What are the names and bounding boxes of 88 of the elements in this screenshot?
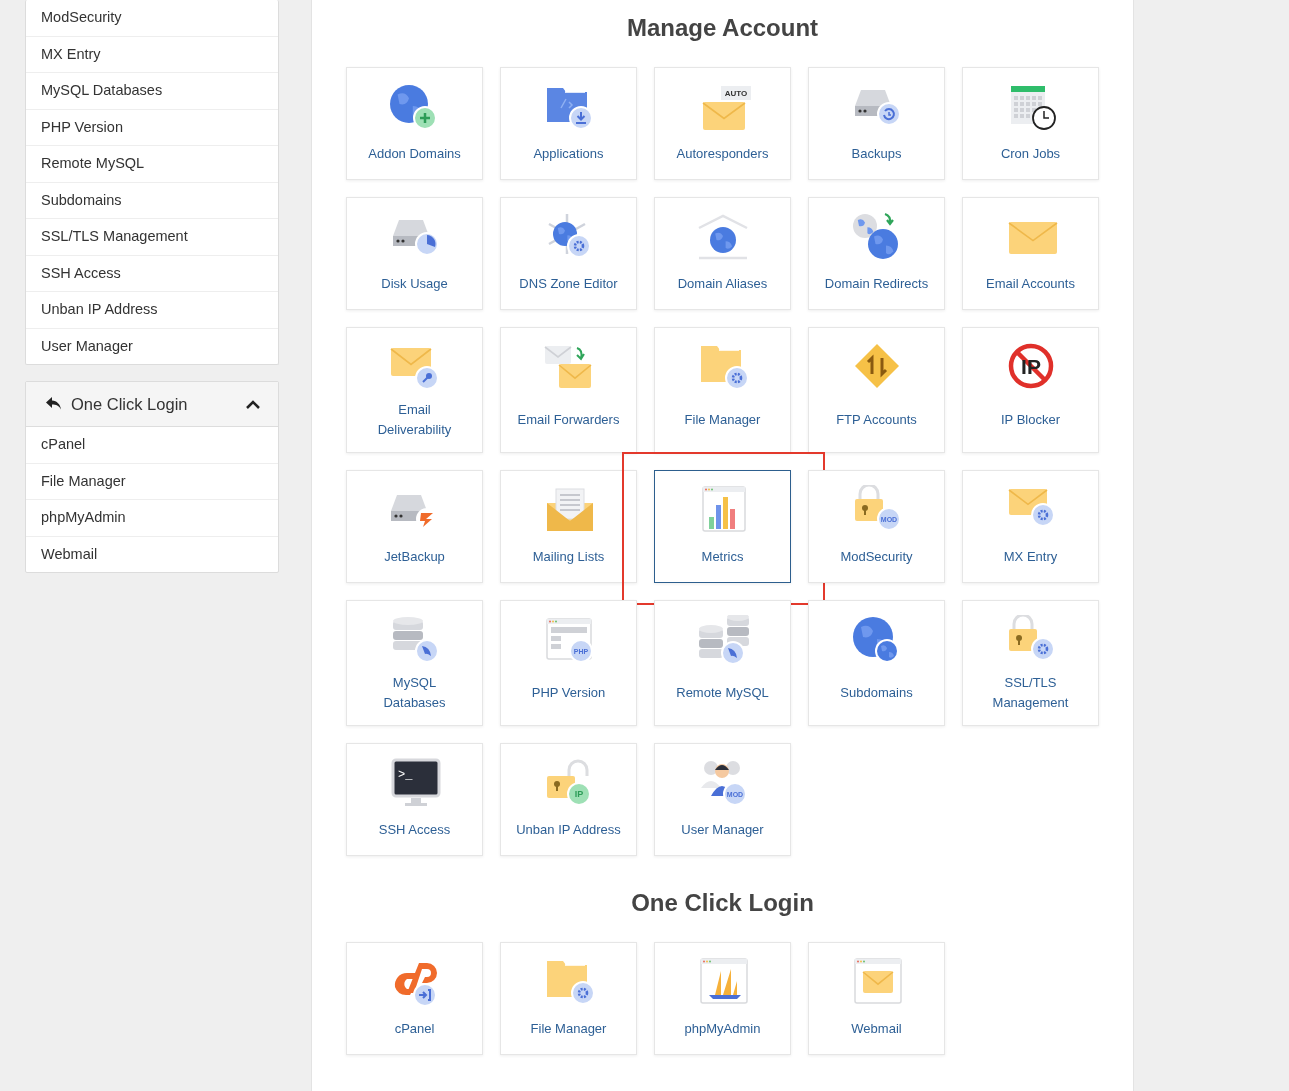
tile-label: IP Blocker [1001, 411, 1060, 429]
sidebar-link[interactable]: Remote MySQL [26, 146, 278, 183]
tile-label: Email Accounts [986, 274, 1075, 293]
icon-label: AUTO [724, 89, 747, 98]
sidebar-link[interactable]: Webmail [26, 536, 278, 572]
sidebar-link[interactable]: PHP Version [26, 109, 278, 146]
app-tile[interactable]: Metrics [654, 470, 791, 583]
tile-label: Addon Domains [368, 144, 461, 163]
panel-title: One Click Login [71, 394, 189, 414]
envelope-icon [701, 86, 751, 130]
tile-label: ModSecurity [840, 547, 913, 566]
people-icon [700, 761, 747, 806]
browser-icon [545, 618, 593, 663]
app-tile[interactable]: Backups [808, 67, 945, 180]
app-tile[interactable]: DNS Zone Editor [500, 197, 637, 310]
tile-label: SSH Access [378, 820, 451, 839]
tile-label: JetBackup [384, 547, 445, 566]
icon-label: IP [574, 788, 583, 799]
tile-label: Remote MySQL [676, 684, 769, 702]
sidebar-link[interactable]: phpMyAdmin [26, 500, 278, 537]
tile-label: Disk Usage [381, 274, 448, 293]
tile-label: FTP Accounts [836, 411, 917, 429]
app-tile[interactable]: >_ SSH Access [346, 743, 483, 856]
tile-label: Autoresponders [676, 144, 769, 163]
sidebar-link[interactable]: User Manager [26, 328, 278, 364]
sidebar-link[interactable]: SSL/TLS Management [26, 219, 278, 256]
sidebar-link[interactable]: ModSecurity [26, 0, 278, 37]
app-tile[interactable]: Email Accounts [962, 197, 1099, 310]
tile-label: Unban IP Address [516, 820, 621, 839]
tile-label: File Manager [530, 1019, 607, 1038]
app-tile[interactable]: Domain Redirects [808, 197, 945, 310]
tile-label: cPanel [394, 1019, 435, 1038]
tile-label: Metrics [701, 547, 744, 566]
sidebar-link[interactable]: Unban IP Address [26, 292, 278, 329]
app-tile[interactable]: Email Deliverability [346, 327, 483, 453]
app-tile[interactable]: MX Entry [962, 470, 1099, 583]
tile-label: Applications [533, 144, 604, 163]
lock-icon [854, 485, 901, 531]
app-tile[interactable]: cPanel [346, 942, 483, 1055]
tile-label: Backups [851, 144, 902, 163]
section-heading: One Click Login [631, 889, 814, 917]
sidebar-link[interactable]: MX Entry [26, 36, 278, 73]
sidebar-link[interactable]: SSH Access [26, 255, 278, 292]
tile-label: Webmail [851, 1019, 902, 1038]
app-tile[interactable]: Webmail [808, 942, 945, 1055]
tile-label: PHP Version [531, 684, 606, 702]
tile-label: Cron Jobs [1000, 144, 1061, 163]
tile-label: Subdomains [840, 684, 913, 702]
icon-label: >_ [397, 768, 412, 782]
app-tile[interactable]: MySQL Databases [346, 600, 483, 726]
app-tile[interactable]: Email Forwarders [500, 327, 637, 453]
app-tile[interactable]: FTP Accounts [808, 327, 945, 453]
tile-label: DNS Zone Editor [519, 274, 618, 293]
app-tile[interactable]: phpMyAdmin [654, 942, 791, 1055]
app-tile[interactable]: Remote MySQL [654, 600, 791, 726]
app-tile[interactable]: File Manager [654, 327, 791, 453]
app-tile[interactable]: JetBackup [346, 470, 483, 583]
app-tile[interactable]: Disk Usage [346, 197, 483, 310]
reply-arrow-icon [46, 397, 62, 411]
sidebar-link[interactable]: MySQL Databases [26, 73, 278, 110]
monitor-icon [391, 758, 440, 806]
tile-label: User Manager [681, 820, 764, 839]
app-tile[interactable]: Mailing Lists [500, 470, 637, 583]
app-tile[interactable]: Subdomains [808, 600, 945, 726]
app-tile[interactable]: Cron Jobs [962, 67, 1099, 180]
tile-label: Email Deliverability [377, 401, 452, 439]
tile-label: Email Forwarders [517, 411, 620, 429]
app-tile[interactable]: Domain Aliases [654, 197, 791, 310]
tile-label: Domain Aliases [677, 274, 768, 293]
tile-label: MySQL Databases [383, 674, 446, 712]
sidebar-link[interactable]: Subdomains [26, 182, 278, 219]
app-tile[interactable]: Applications [500, 67, 637, 180]
lock-icon [546, 759, 591, 806]
tile-label: Mailing Lists [532, 547, 605, 566]
app-tile[interactable]: Addon Domains [346, 67, 483, 180]
app-tile[interactable]: File Manager [500, 942, 637, 1055]
app-tile[interactable]: IP Unban IP Address [500, 743, 637, 856]
tile-label: SSL/TLS Management [992, 674, 1069, 712]
app-tile[interactable]: SSL/TLS Management [962, 600, 1099, 726]
tile-label: Domain Redirects [824, 274, 929, 293]
tile-label: MX Entry [1003, 547, 1058, 566]
tile-label: phpMyAdmin [684, 1019, 761, 1038]
sidebar-link[interactable]: cPanel [26, 427, 278, 464]
section-heading: Manage Account [626, 14, 819, 42]
sidebar-link[interactable]: File Manager [26, 463, 278, 500]
panel-header[interactable]: One Click Login [26, 382, 278, 427]
app-tile[interactable]: AUTO Autoresponders [654, 67, 791, 180]
tile-label: File Manager [684, 411, 761, 429]
